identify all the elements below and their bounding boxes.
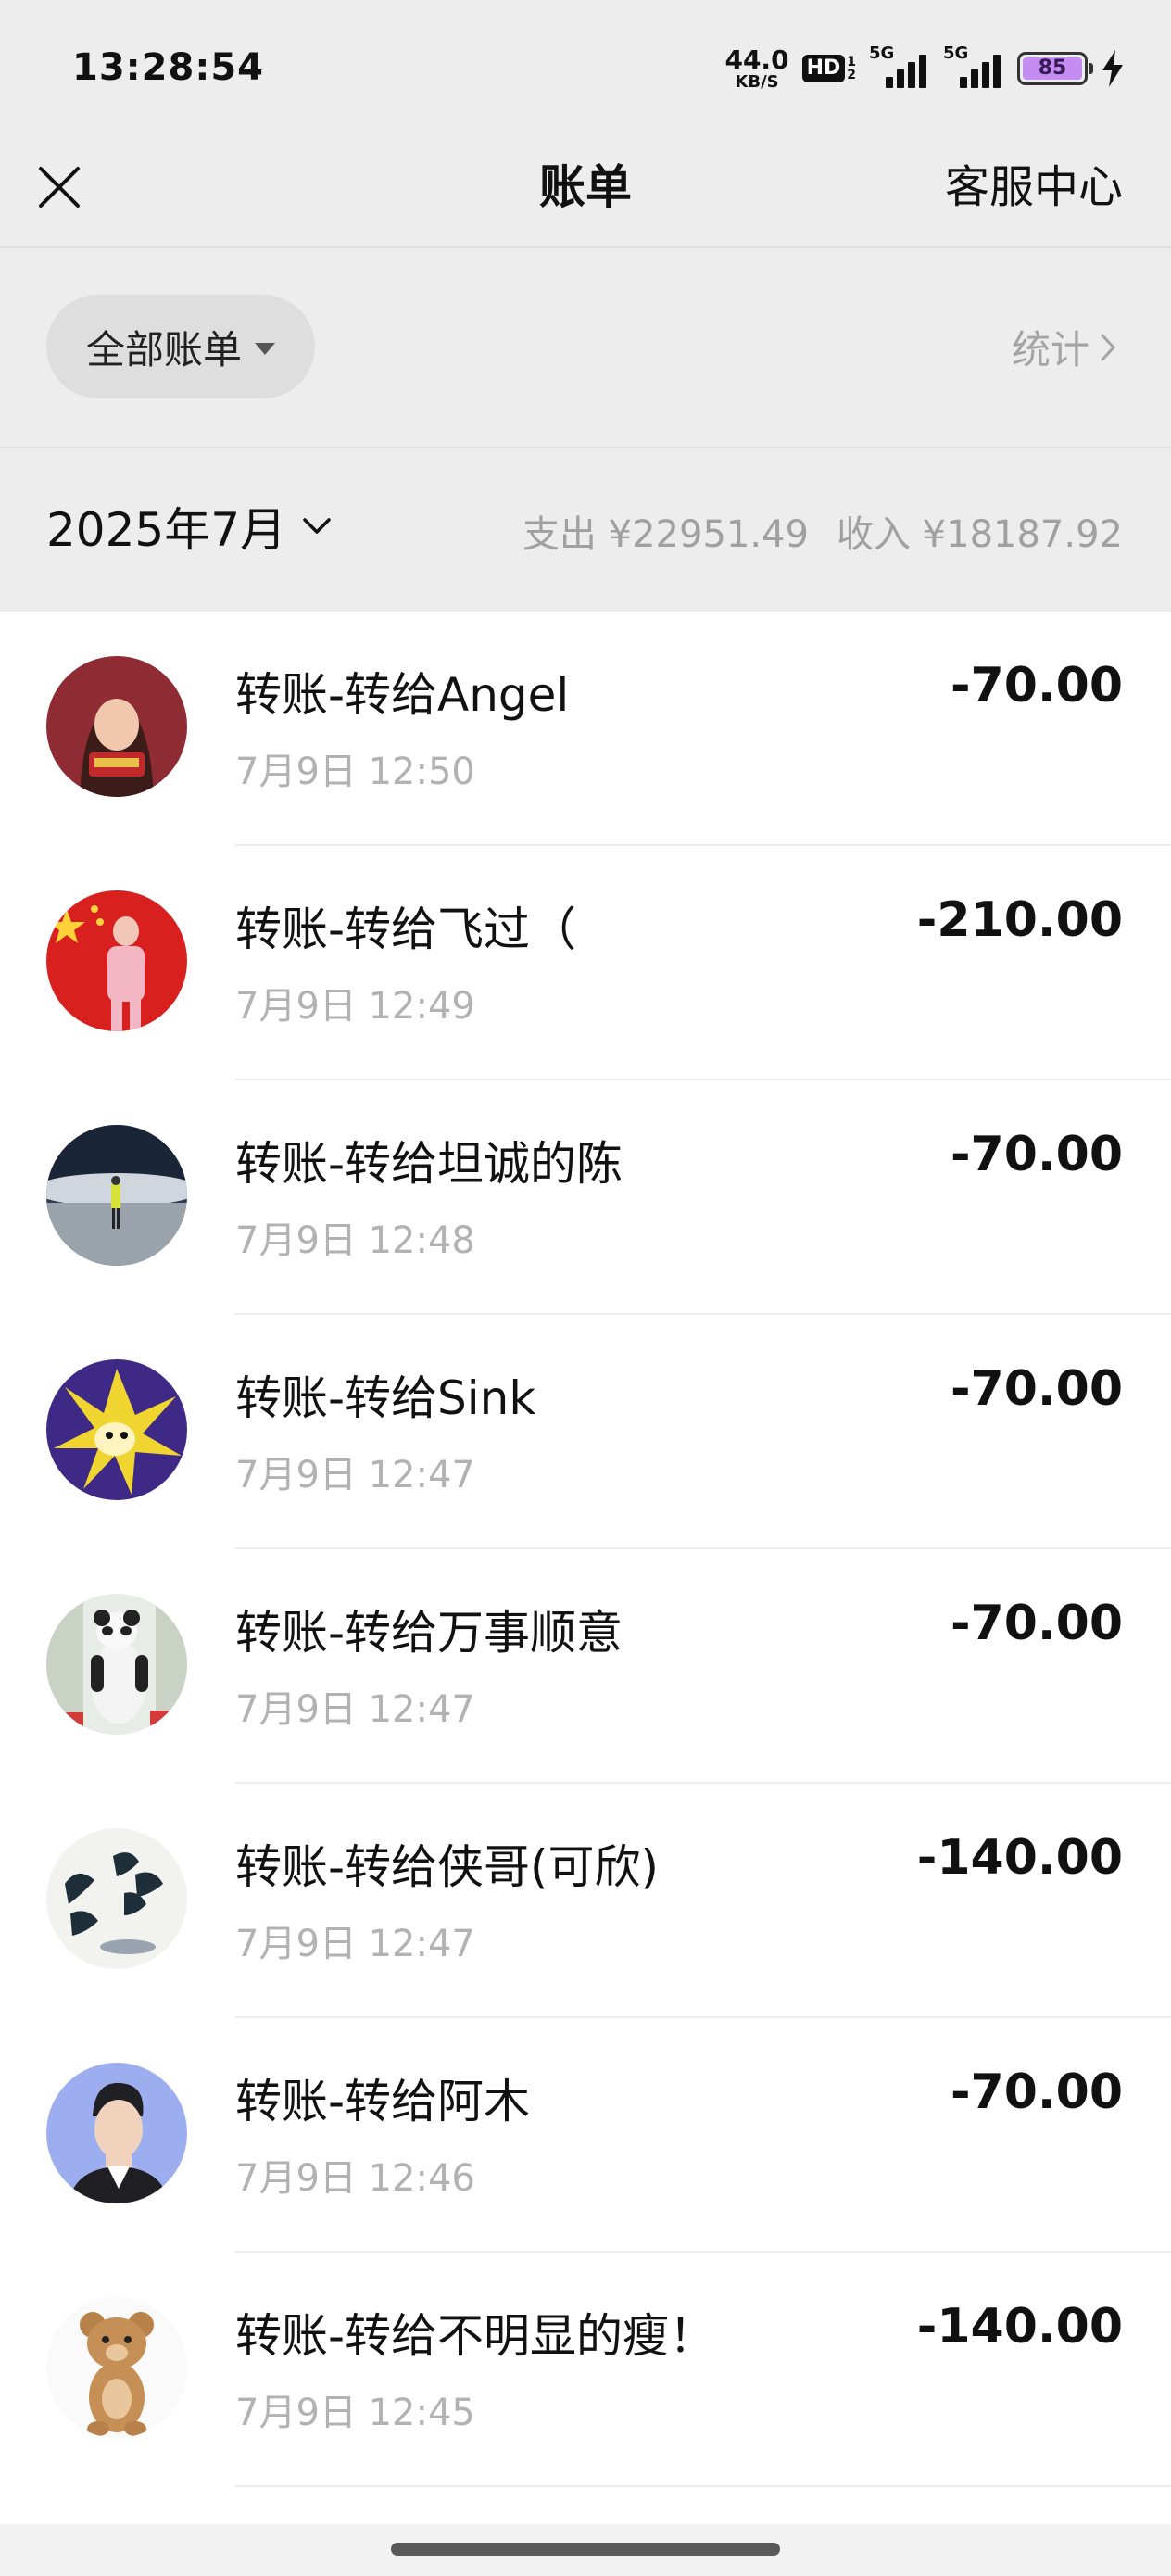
- transaction-amount: -70.00: [950, 2065, 1123, 2120]
- gesture-bar-area: [0, 2524, 1171, 2576]
- transaction-time: 7月9日 12:49: [235, 985, 475, 1028]
- transaction-row[interactable]: 转账-转给侠哥(可欣) 7月9日 12:47 -140.00: [0, 1784, 1171, 2018]
- sim-slot-1: 1: [847, 55, 856, 69]
- transaction-title: 转账-转给阿木: [235, 2075, 531, 2128]
- sim-slots: 1 2: [847, 56, 856, 82]
- transaction-amount: -140.00: [916, 2299, 1123, 2355]
- chevron-down-icon: [303, 518, 331, 534]
- bill-type-filter-button[interactable]: 全部账单: [46, 295, 315, 398]
- customer-service-link[interactable]: 客服中心: [945, 150, 1123, 224]
- transaction-amount: -70.00: [950, 658, 1123, 713]
- transaction-title: 转账-转给侠哥(可欣): [235, 1840, 660, 1894]
- month-label: 2025年7月: [46, 503, 287, 557]
- income-total: 收入 ¥18187.92: [836, 513, 1123, 556]
- transaction-time: 7月9日 12:47: [235, 1454, 475, 1496]
- status-indicators: 44.0 KB/S HD 1 2 5G 5G 85: [724, 41, 1125, 96]
- transaction-title: 转账-转给不明显的瘦！: [235, 2309, 716, 2363]
- transaction-title: 转账-转给飞过（: [235, 903, 577, 956]
- hd-voice-icon: HD 1 2: [801, 55, 856, 82]
- nav-bar: 账单 客服中心: [0, 139, 1171, 248]
- transaction-amount: -140.00: [916, 1830, 1123, 1886]
- transaction-title: 转账-转给Angel: [235, 668, 570, 722]
- avatar-panda-image: [46, 1594, 187, 1735]
- avatar: [46, 1828, 187, 1969]
- sim-slot-2: 2: [847, 68, 856, 82]
- avatar: [46, 1359, 187, 1500]
- status-bar: 13:28:54 44.0 KB/S HD 1 2 5G 5G 85: [0, 0, 1171, 139]
- avatar-stormy-sky-image: [46, 1125, 187, 1266]
- transaction-title: 转账-转给Sink: [235, 1371, 536, 1425]
- avatar: [46, 656, 187, 797]
- transaction-row[interactable]: 转账-转给不明显的瘦！ 7月9日 12:45 -140.00: [0, 2253, 1171, 2487]
- battery-icon: 85: [1017, 52, 1093, 85]
- transaction-title: 转账-转给万事顺意: [235, 1606, 623, 1660]
- status-time: 13:28:54: [72, 46, 264, 89]
- transaction-amount: -70.00: [950, 1127, 1123, 1182]
- avatar: [46, 890, 187, 1031]
- avatar-calligraphy-image: [46, 1828, 187, 1969]
- transaction-time: 7月9日 12:45: [235, 2392, 475, 2434]
- transaction-row[interactable]: 转账-转给坦诚的陈 7月9日 12:48 -70.00: [0, 1080, 1171, 1315]
- divider: [235, 2485, 1171, 2487]
- statistics-link[interactable]: 统计: [1012, 319, 1119, 375]
- transaction-amount: -210.00: [916, 892, 1123, 948]
- avatar-man-portrait-image: [46, 2063, 187, 2203]
- transaction-time: 7月9日 12:47: [235, 1923, 475, 1965]
- charging-bolt-icon: [1102, 50, 1123, 87]
- signal-label: 5G: [943, 44, 969, 63]
- avatar: [46, 1594, 187, 1735]
- network-speed: 44.0 KB/S: [724, 44, 789, 92]
- month-totals: 支出 ¥22951.49 收入 ¥18187.92: [523, 504, 1123, 558]
- network-speed-unit: KB/S: [735, 71, 779, 92]
- avatar: [46, 2297, 187, 2438]
- avatar-girl-image: [46, 656, 187, 797]
- transaction-list: 转账-转给Angel 7月9日 12:50 -70.00 转账-转给飞过（ 7月…: [0, 612, 1171, 2487]
- transaction-time: 7月9日 12:47: [235, 1688, 475, 1731]
- transaction-row[interactable]: 转账-转给Angel 7月9日 12:50 -70.00: [0, 612, 1171, 846]
- transaction-row[interactable]: 转账-转给万事顺意 7月9日 12:47 -70.00: [0, 1549, 1171, 1784]
- bill-type-filter-label: 全部账单: [85, 326, 242, 373]
- transaction-row[interactable]: 转账-转给Sink 7月9日 12:47 -70.00: [0, 1315, 1171, 1549]
- caret-down-icon: [255, 342, 275, 355]
- signal-5g-sim2-icon: 5G: [943, 44, 1004, 90]
- hd-label: HD: [801, 55, 846, 82]
- close-icon[interactable]: [31, 159, 87, 215]
- transaction-time: 7月9日 12:50: [235, 751, 475, 793]
- avatar: [46, 2063, 187, 2203]
- battery-level: 85: [1023, 57, 1082, 80]
- month-picker[interactable]: 2025年7月: [46, 493, 334, 560]
- month-summary-row: 2025年7月 支出 ¥22951.49 收入 ¥18187.92: [0, 448, 1171, 612]
- expense-total: 支出 ¥22951.49: [522, 513, 809, 556]
- filter-row: 全部账单 统计: [0, 248, 1171, 447]
- transaction-time: 7月9日 12:46: [235, 2157, 475, 2200]
- avatar: [46, 1125, 187, 1266]
- signal-5g-sim1-icon: 5G: [869, 44, 930, 90]
- transaction-amount: -70.00: [950, 1596, 1123, 1651]
- transaction-row[interactable]: 转账-转给阿木 7月9日 12:46 -70.00: [0, 2018, 1171, 2253]
- transaction-title: 转账-转给坦诚的陈: [235, 1137, 623, 1191]
- transaction-time: 7月9日 12:48: [235, 1219, 475, 1262]
- signal-label: 5G: [869, 44, 895, 63]
- transaction-amount: -70.00: [950, 1361, 1123, 1417]
- avatar-teddy-bear-image: [46, 2297, 187, 2438]
- statistics-label: 统计: [1011, 327, 1089, 373]
- home-indicator[interactable]: [391, 2543, 780, 2556]
- transaction-row[interactable]: 转账-转给飞过（ 7月9日 12:49 -210.00: [0, 846, 1171, 1080]
- chevron-right-icon: [1101, 334, 1115, 360]
- bill-page: 13:28:54 44.0 KB/S HD 1 2 5G 5G 85 账单 客服…: [0, 0, 1171, 2576]
- avatar-flag-figure-image: [46, 890, 187, 1031]
- network-speed-value: 44.0: [724, 44, 789, 75]
- avatar-cartoon-hedgehog-image: [46, 1359, 187, 1500]
